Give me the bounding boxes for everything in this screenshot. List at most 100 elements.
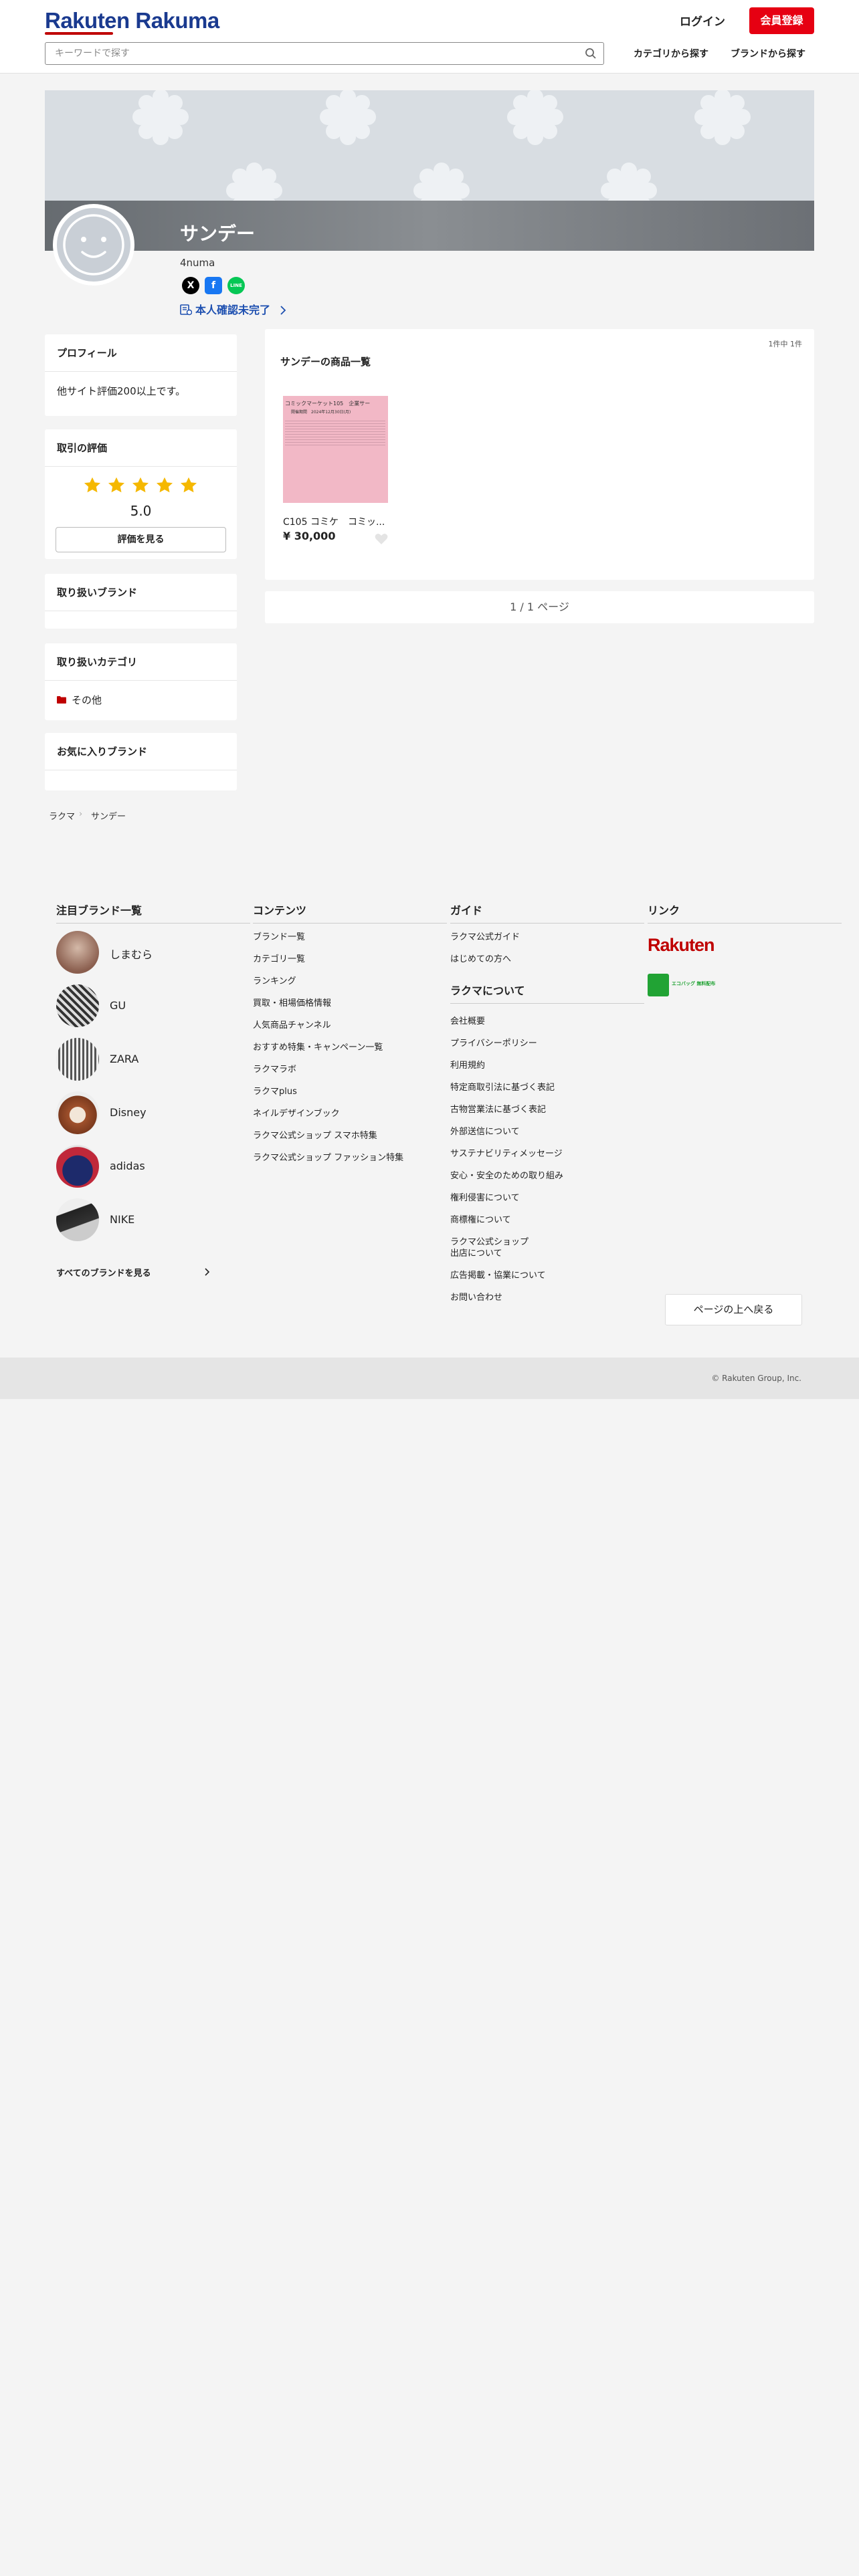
fav-brands-card: お気に入りブランド: [45, 733, 237, 790]
id-card-icon: [180, 304, 193, 316]
nav-brand-link[interactable]: ブランドから探す: [731, 47, 805, 60]
footer-link[interactable]: 外部送信について: [450, 1126, 638, 1138]
user-id: 4numa: [180, 257, 215, 269]
share-x-icon[interactable]: X: [182, 277, 199, 294]
footer-link[interactable]: ラクマ公式ショップ 出店について: [450, 1237, 638, 1259]
footer-contents-title: コンテンツ: [253, 901, 447, 924]
footer-link[interactable]: ランキング: [253, 976, 440, 987]
cover-image: [45, 90, 814, 251]
brand-image: [56, 1145, 99, 1188]
brand-name: ZARA: [110, 1053, 139, 1065]
footer-brands-title: 注目ブランド一覧: [56, 901, 250, 924]
star-icon: [108, 477, 125, 493]
profile-card: プロフィール 他サイト評価200以上です。: [45, 334, 237, 416]
footer-link[interactable]: ネイルデザインブック: [253, 1108, 440, 1119]
product-card[interactable]: コミックマーケット105 企業サー 開催期間 2024年12月30日(月) C1…: [283, 396, 390, 550]
footer-link[interactable]: はじめての方へ: [450, 954, 511, 965]
footer-link[interactable]: 商標権について: [450, 1214, 638, 1226]
product-thumbnail[interactable]: コミックマーケット105 企業サー 開催期間 2024年12月30日(月): [283, 396, 388, 503]
identity-verify-link[interactable]: 本人確認未完了: [180, 301, 286, 317]
breadcrumb-separator: ›: [79, 809, 83, 819]
eco-bag-icon: [648, 974, 669, 996]
logo-underline: [45, 32, 113, 35]
chevron-right-icon: [205, 1268, 210, 1276]
all-brands-link[interactable]: すべてのブランドを見る: [56, 1266, 210, 1279]
brands-card: 取り扱いブランド: [45, 574, 237, 629]
footer-link[interactable]: ラクマ公式ガイド: [450, 932, 520, 943]
login-link[interactable]: ログイン: [680, 9, 725, 35]
categories-card: 取り扱いカテゴリ その他: [45, 643, 237, 720]
all-brands-label: すべてのブランドを見る: [56, 1269, 151, 1279]
footer-link[interactable]: ラクマplus: [253, 1086, 440, 1097]
flower-shape: [320, 90, 376, 145]
rakuten-logo-text: Rakuten: [648, 935, 715, 955]
brand-image: [56, 1198, 99, 1241]
heart-icon[interactable]: [375, 533, 388, 545]
star-icon: [180, 477, 197, 493]
brand-image: [56, 984, 99, 1027]
category-label: その他: [72, 694, 102, 706]
footer-link[interactable]: ラクマラボ: [253, 1064, 440, 1075]
footer-link[interactable]: カテゴリ一覧: [253, 954, 440, 965]
identity-verify-label: 本人確認未完了: [195, 304, 271, 316]
eco-bag-text: エコバッグ 無料配布: [672, 981, 716, 986]
footer-link[interactable]: 特定商取引法に基づく表記: [450, 1082, 638, 1093]
footer-link[interactable]: 権利侵害について: [450, 1192, 638, 1204]
nav-category-link[interactable]: カテゴリから探す: [634, 47, 708, 60]
folder-icon: [57, 696, 66, 704]
profile-text: 他サイト評価200以上です。: [57, 385, 186, 397]
footer-link[interactable]: 安心・安全のための取り組み: [450, 1170, 638, 1182]
product-price: ¥ 30,000: [283, 530, 336, 542]
rating-title: 取引の評価: [45, 429, 237, 467]
footer-link[interactable]: ラクマ公式ショップ スマホ特集: [253, 1130, 440, 1142]
share-line-icon[interactable]: LINE: [227, 277, 245, 294]
chevron-right-icon: [280, 306, 286, 315]
share-facebook-icon[interactable]: f: [205, 277, 222, 294]
footer-link[interactable]: 人気商品チャンネル: [253, 1020, 440, 1031]
star-icon: [84, 477, 101, 493]
footer-link[interactable]: ラクマ公式ショップ ファッション特集: [253, 1152, 440, 1164]
footer-link[interactable]: ブランド一覧: [253, 932, 440, 943]
footer-link[interactable]: おすすめ特集・キャンペーン一覧: [253, 1042, 440, 1053]
brand-name: Disney: [110, 1106, 147, 1119]
search-input[interactable]: [45, 43, 567, 64]
flower-shape: [694, 90, 751, 145]
shop-name: サンデー: [180, 223, 256, 245]
fav-brands-title: お気に入りブランド: [45, 733, 237, 770]
footer-link[interactable]: 会社概要: [450, 1016, 638, 1027]
avatar: [53, 204, 134, 286]
rating-view-button[interactable]: 評価を見る: [56, 527, 226, 552]
footer-link[interactable]: 買取・相場価格情報: [253, 998, 440, 1009]
footer-guide-title: ガイド: [450, 901, 644, 924]
signup-button[interactable]: 会員登録: [749, 7, 814, 34]
listing-title: サンデーの商品一覧: [280, 356, 371, 368]
product-name[interactable]: C105 コミケ コミッ...: [283, 515, 385, 528]
profile-title: プロフィール: [45, 334, 237, 372]
star-icon: [132, 477, 149, 493]
eco-bag-banner[interactable]: エコバッグ 無料配布: [648, 974, 728, 996]
breadcrumb-home[interactable]: ラクマ: [49, 809, 75, 822]
star-icon: [156, 477, 173, 493]
thumbnail-text: 開催期間 2024年12月30日(月): [291, 410, 351, 415]
footer-link[interactable]: お問い合わせ: [450, 1292, 638, 1303]
footer-link[interactable]: 利用規約: [450, 1060, 638, 1071]
footer-link[interactable]: プライバシーポリシー: [450, 1038, 638, 1049]
footer-link[interactable]: 古物営業法に基づく表記: [450, 1104, 638, 1115]
footer-links-title: リンク: [648, 901, 842, 924]
rating-stars: [83, 476, 203, 498]
breadcrumb-current: サンデー: [91, 812, 126, 822]
rakuma-logo[interactable]: Rakuten Rakuma: [45, 8, 219, 35]
thumbnail-text: コミックマーケット105 企業サー: [285, 401, 371, 407]
categories-title: 取り扱いカテゴリ: [45, 643, 237, 681]
pagination: 1 / 1 ページ: [265, 591, 814, 623]
search-box: [45, 42, 604, 65]
copyright: © Rakuten Group, Inc.: [711, 1374, 801, 1383]
search-icon[interactable]: [585, 47, 597, 60]
footer-bar: © Rakuten Group, Inc.: [0, 1358, 859, 1399]
back-to-top-button[interactable]: ページの上へ戻る: [665, 1294, 802, 1325]
footer-link[interactable]: 広告掲載・協業について: [450, 1270, 638, 1281]
rakuten-logo[interactable]: Rakuten: [648, 935, 715, 956]
brand-name: adidas: [110, 1160, 145, 1172]
category-item[interactable]: その他: [57, 693, 102, 707]
footer-link[interactable]: サステナビリティメッセージ: [450, 1148, 638, 1160]
